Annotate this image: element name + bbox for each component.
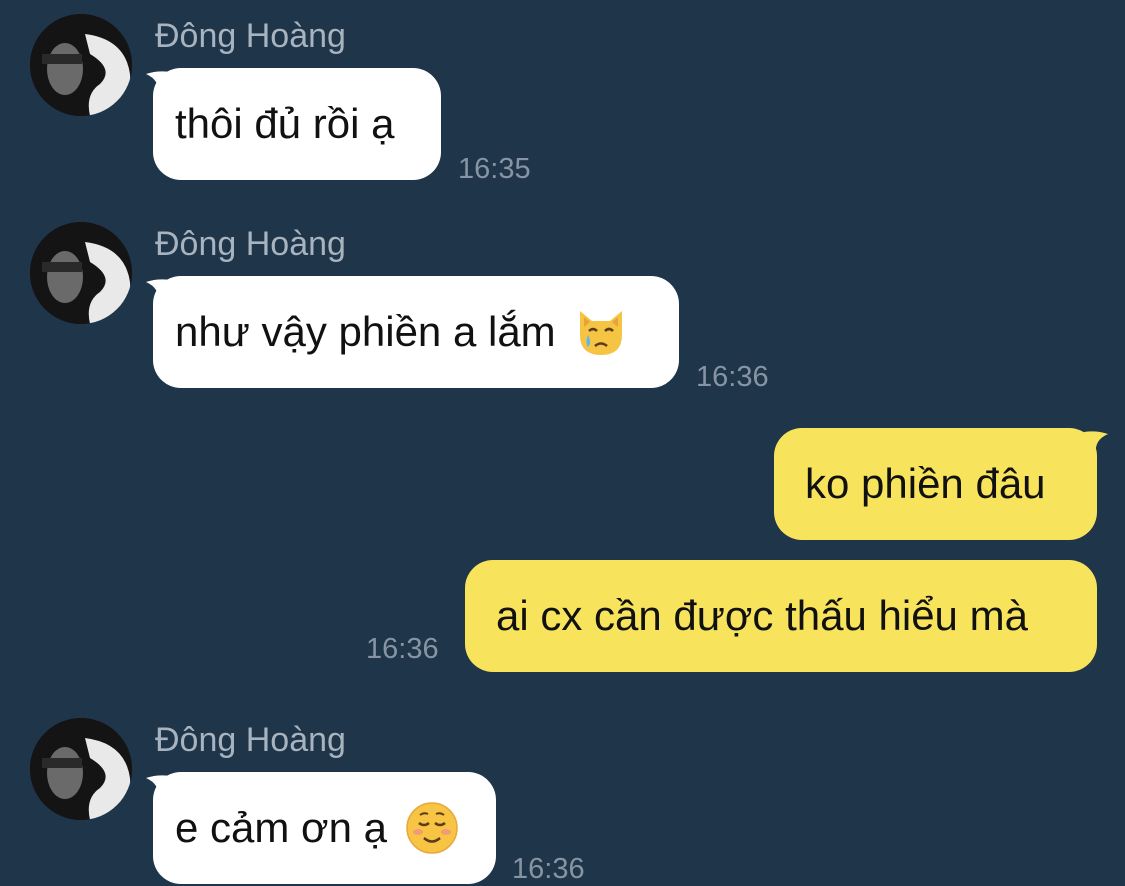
message-bubble[interactable]: như vậy phiền a lắm — [153, 276, 679, 388]
crying-cat-face-icon — [579, 311, 622, 355]
message-timestamp: 16:36 — [696, 361, 769, 393]
message-bubble[interactable]: thôi đủ rồi ạ — [153, 68, 441, 180]
message-bubble[interactable]: e cảm ơn ạ — [153, 772, 496, 884]
sender-name: Đông Hoàng — [155, 17, 346, 55]
message-timestamp: 16:36 — [366, 633, 439, 665]
message-text: ko phiền đâu — [805, 460, 1046, 507]
message-text: thôi đủ rồi ạ — [175, 100, 395, 147]
message-text: ai cx cần được thấu hiểu mà — [496, 592, 1028, 639]
avatar[interactable] — [30, 14, 132, 116]
message-timestamp: 16:36 — [512, 853, 585, 885]
sender-name: Đông Hoàng — [155, 225, 346, 263]
message-text: như vậy phiền a lắm — [175, 308, 556, 355]
message-bubble[interactable]: ko phiền đâu — [774, 428, 1097, 540]
bubble-tail — [1084, 431, 1108, 454]
sender-name: Đông Hoàng — [155, 721, 346, 759]
profile-photo-icon — [30, 718, 132, 820]
message-bubble[interactable]: ai cx cần được thấu hiểu mà — [465, 560, 1097, 672]
profile-photo-icon — [30, 222, 132, 324]
avatar[interactable] — [30, 222, 132, 324]
avatar[interactable] — [30, 718, 132, 820]
profile-photo-icon — [30, 14, 132, 116]
message-text: e cảm ơn ạ — [175, 804, 387, 851]
message-timestamp: 16:35 — [458, 153, 531, 185]
smiling-face-icon — [406, 802, 458, 854]
